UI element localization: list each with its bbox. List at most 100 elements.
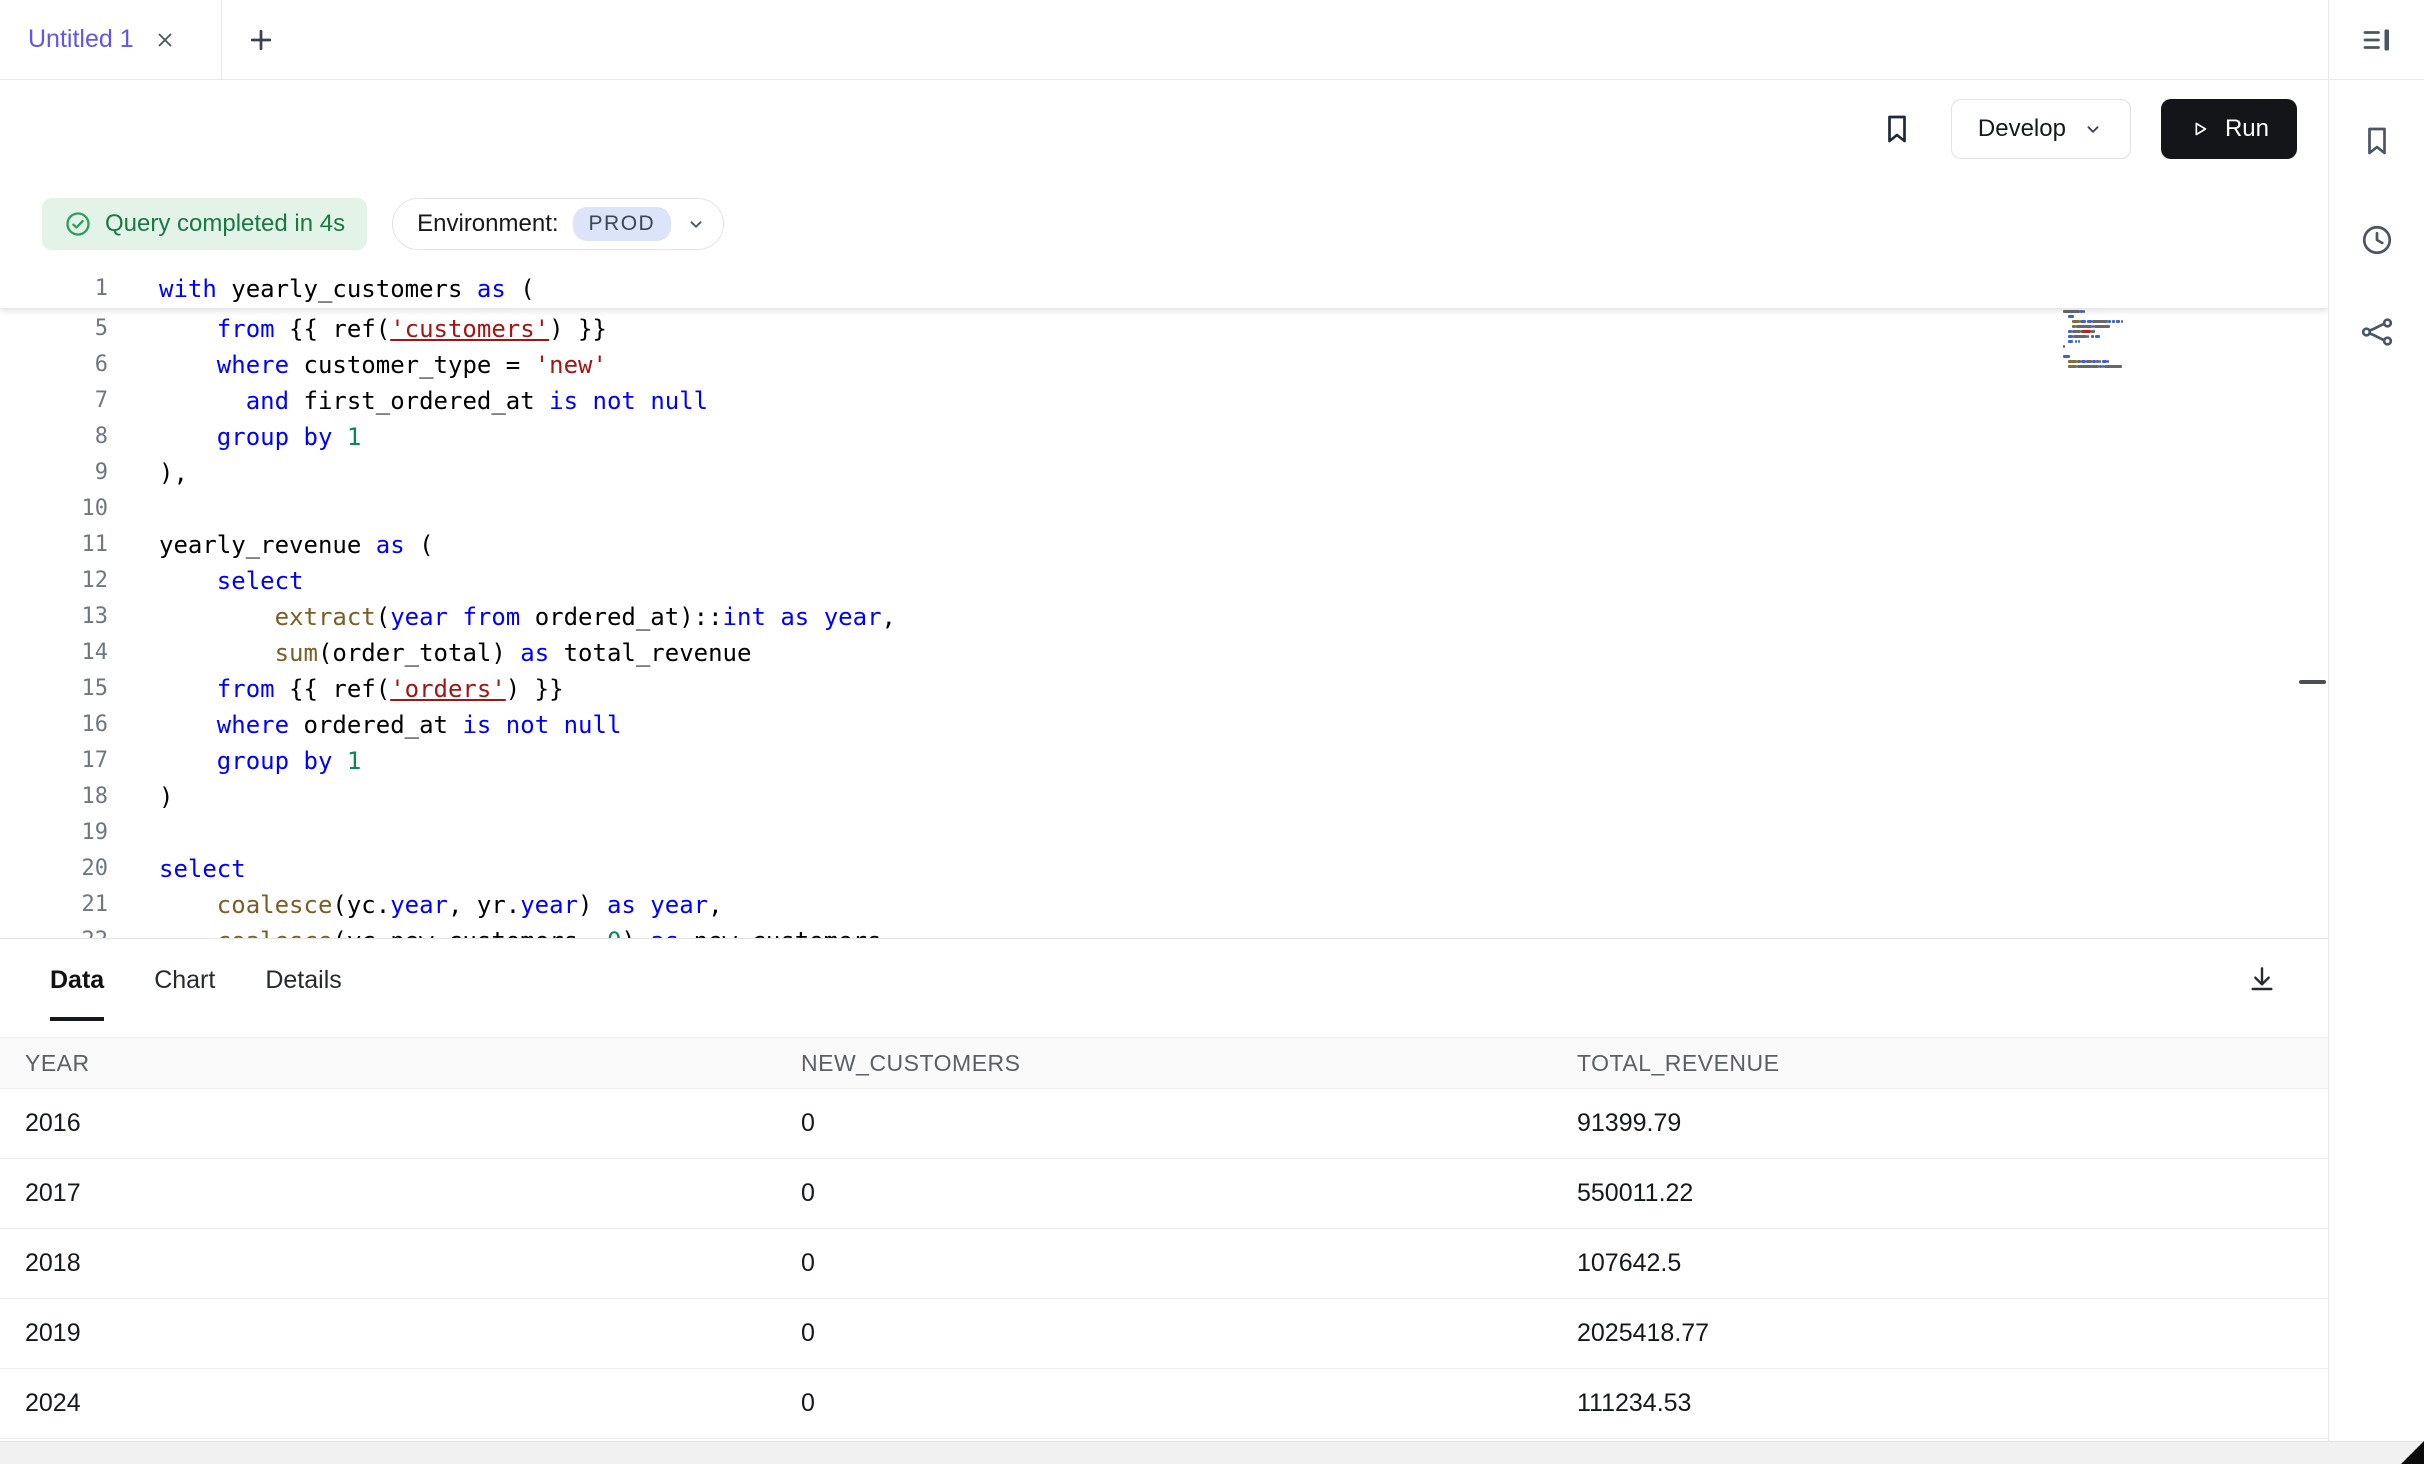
line-number: 16 bbox=[0, 707, 108, 743]
bookmarks-button[interactable] bbox=[2355, 119, 2399, 163]
table-cell: 550011.22 bbox=[1552, 1179, 2328, 1208]
panel-list-button[interactable] bbox=[2355, 18, 2399, 62]
develop-dropdown[interactable]: Develop bbox=[1951, 99, 2131, 159]
resize-grip-icon[interactable] bbox=[2401, 1441, 2424, 1464]
table-cell: 0 bbox=[776, 1109, 1552, 1138]
table-row[interactable]: 20170550011.22 bbox=[0, 1159, 2328, 1229]
table-row[interactable]: 20180107642.5 bbox=[0, 1229, 2328, 1299]
close-icon[interactable] bbox=[154, 29, 176, 51]
table-row[interactable]: 20240111234.53 bbox=[0, 1369, 2328, 1439]
results-tabs: Data Chart Details bbox=[0, 939, 2328, 1021]
code-line[interactable]: 16 where ordered_at is not null bbox=[0, 707, 2328, 743]
right-icon-rail bbox=[2328, 0, 2424, 1464]
history-icon bbox=[2359, 222, 2395, 258]
bookmark-icon bbox=[1879, 111, 1915, 147]
scrollbar-marker bbox=[2299, 680, 2326, 684]
line-number: 13 bbox=[0, 599, 108, 635]
code-line[interactable]: 22 coalesce(yc.new_customers, 0) as new_… bbox=[0, 923, 2328, 938]
code-line[interactable]: 19 bbox=[0, 815, 2328, 851]
results-tab-details[interactable]: Details bbox=[265, 939, 341, 1021]
table-cell: 2019 bbox=[0, 1319, 776, 1348]
table-cell: 2018 bbox=[0, 1249, 776, 1278]
table-cell: 2025418.77 bbox=[1552, 1319, 2328, 1348]
line-number: 15 bbox=[0, 671, 108, 707]
code-lines: 5 from {{ ref('customers') }}6 where cus… bbox=[0, 311, 2328, 938]
new-tab-button[interactable] bbox=[222, 0, 300, 79]
tab-untitled-1[interactable]: Untitled 1 bbox=[0, 0, 222, 79]
line-number: 19 bbox=[0, 815, 108, 851]
line-number: 20 bbox=[0, 851, 108, 887]
run-button[interactable]: Run bbox=[2161, 99, 2297, 159]
table-cell: 0 bbox=[776, 1179, 1552, 1208]
table-cell: 0 bbox=[776, 1389, 1552, 1418]
line-number: 14 bbox=[0, 635, 108, 671]
code-line[interactable]: 9), bbox=[0, 455, 2328, 491]
lineage-button[interactable] bbox=[2355, 310, 2399, 354]
sql-editor[interactable]: 5 from {{ ref('customers') }}6 where cus… bbox=[0, 270, 2328, 938]
line-number: 1 bbox=[0, 270, 108, 308]
code-line[interactable]: 8 group by 1 bbox=[0, 419, 2328, 455]
table-cell: 2024 bbox=[0, 1389, 776, 1418]
line-number: 5 bbox=[0, 311, 108, 347]
right-rail-top bbox=[2329, 0, 2424, 80]
environment-value-chip: PROD bbox=[573, 207, 672, 241]
editor-tab-bar: Untitled 1 bbox=[0, 0, 2328, 80]
develop-label: Develop bbox=[1978, 115, 2066, 143]
code-line[interactable]: 6 where customer_type = 'new' bbox=[0, 347, 2328, 383]
table-cell: 2017 bbox=[0, 1179, 776, 1208]
table-row[interactable]: 201902025418.77 bbox=[0, 1299, 2328, 1369]
code-line[interactable]: 7 and first_ordered_at is not null bbox=[0, 383, 2328, 419]
results-panel: Data Chart Details YEAR NEW_CUSTOMERS TOTA… bbox=[0, 938, 2328, 1464]
code-line[interactable]: 21 coalesce(yc.year, yr.year) as year, bbox=[0, 887, 2328, 923]
line-number: 6 bbox=[0, 347, 108, 383]
history-button[interactable] bbox=[2355, 218, 2399, 262]
chevron-down-icon bbox=[685, 213, 707, 235]
code-line[interactable]: 11yearly_revenue as ( bbox=[0, 527, 2328, 563]
column-header-total-revenue[interactable]: TOTAL_REVENUE bbox=[1552, 1050, 2328, 1077]
table-header-row: YEAR NEW_CUSTOMERS TOTAL_REVENUE bbox=[0, 1037, 2328, 1089]
download-results-button[interactable] bbox=[2246, 963, 2278, 995]
code-line[interactable]: 20select bbox=[0, 851, 2328, 887]
code-line[interactable]: 1with yearly_customers as ( bbox=[0, 270, 2328, 308]
query-status-badge: Query completed in 4s bbox=[42, 198, 367, 250]
horizontal-scrollbar[interactable] bbox=[0, 1441, 2424, 1464]
app-window: Untitled 1 Develop Run bbox=[0, 0, 2424, 1464]
line-number: 18 bbox=[0, 779, 108, 815]
line-number: 8 bbox=[0, 419, 108, 455]
bookmark-button[interactable] bbox=[1879, 111, 1915, 147]
code-line[interactable]: 10 bbox=[0, 491, 2328, 527]
table-body: 2016091399.7920170550011.2220180107642.5… bbox=[0, 1089, 2328, 1439]
code-line[interactable]: 18) bbox=[0, 779, 2328, 815]
chevron-down-icon bbox=[2082, 118, 2104, 140]
run-label: Run bbox=[2225, 115, 2269, 143]
sticky-scroll-line[interactable]: 1with yearly_customers as ( bbox=[0, 270, 2328, 308]
column-header-new-customers[interactable]: NEW_CUSTOMERS bbox=[776, 1050, 1552, 1077]
results-tab-data[interactable]: Data bbox=[50, 939, 104, 1021]
line-number: 21 bbox=[0, 887, 108, 923]
code-line[interactable]: 17 group by 1 bbox=[0, 743, 2328, 779]
results-tab-chart[interactable]: Chart bbox=[154, 939, 215, 1021]
table-row[interactable]: 2016091399.79 bbox=[0, 1089, 2328, 1159]
code-line[interactable]: 5 from {{ ref('customers') }} bbox=[0, 311, 2328, 347]
toolbar: Develop Run bbox=[0, 80, 2328, 178]
table-cell: 111234.53 bbox=[1552, 1389, 2328, 1418]
line-number: 22 bbox=[0, 923, 108, 938]
code-line[interactable]: 12 select bbox=[0, 563, 2328, 599]
status-bar: Query completed in 4s Environment: PROD bbox=[0, 178, 2328, 270]
line-number: 9 bbox=[0, 455, 108, 491]
check-circle-icon bbox=[64, 210, 92, 238]
line-number: 17 bbox=[0, 743, 108, 779]
table-cell: 2016 bbox=[0, 1109, 776, 1138]
play-icon bbox=[2189, 118, 2211, 140]
query-status-text: Query completed in 4s bbox=[105, 210, 345, 238]
line-number: 10 bbox=[0, 491, 108, 527]
code-line[interactable]: 13 extract(year from ordered_at)::int as… bbox=[0, 599, 2328, 635]
code-line[interactable]: 14 sum(order_total) as total_revenue bbox=[0, 635, 2328, 671]
panel-list-icon bbox=[2359, 22, 2395, 58]
column-header-year[interactable]: YEAR bbox=[0, 1050, 776, 1077]
tab-label: Untitled 1 bbox=[28, 25, 134, 54]
line-number: 12 bbox=[0, 563, 108, 599]
bookmark-icon bbox=[2359, 123, 2395, 159]
environment-selector[interactable]: Environment: PROD bbox=[392, 198, 724, 250]
code-line[interactable]: 15 from {{ ref('orders') }} bbox=[0, 671, 2328, 707]
